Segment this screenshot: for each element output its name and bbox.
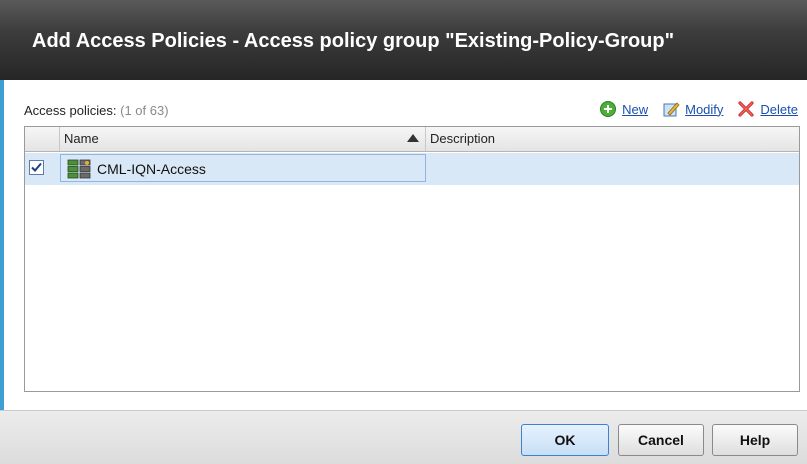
new-button[interactable]: New: [599, 100, 648, 118]
table-row[interactable]: CML-IQN-Access: [25, 153, 799, 185]
cancel-button[interactable]: Cancel: [618, 424, 704, 456]
help-button[interactable]: Help: [712, 424, 798, 456]
checkbox-column-header: [25, 127, 60, 151]
policy-count: (1 of 63): [120, 103, 169, 118]
list-label: Access policies: (1 of 63): [24, 103, 169, 118]
edit-icon: [663, 102, 680, 117]
row-checkbox[interactable]: [29, 160, 44, 175]
access-policy-icon: [67, 159, 91, 179]
access-policies-table: Name Description CML-IQN-Access: [24, 126, 800, 392]
ok-button[interactable]: OK: [521, 424, 609, 456]
column-header-description[interactable]: Description: [426, 127, 799, 151]
access-policies-label: Access policies:: [24, 103, 117, 118]
delete-button[interactable]: Delete: [737, 100, 798, 118]
policy-name: CML-IQN-Access: [97, 161, 206, 177]
dialog-footer: OK Cancel Help: [0, 410, 807, 464]
column-header-name[interactable]: Name: [60, 127, 426, 151]
list-toolbar: Access policies: (1 of 63) New Modify De…: [24, 100, 798, 122]
new-label: New: [622, 101, 649, 117]
delete-label: Delete: [760, 101, 798, 117]
modify-button[interactable]: Modify: [662, 100, 723, 118]
list-actions: New Modify Delete: [599, 100, 798, 118]
dialog-title: Add Access Policies - Access policy grou…: [32, 30, 675, 52]
policy-name-cell[interactable]: CML-IQN-Access: [60, 154, 426, 182]
window-edge: [0, 80, 4, 463]
table-header: Name Description: [25, 127, 799, 152]
modify-label: Modify: [685, 101, 724, 117]
policy-description-cell[interactable]: [426, 154, 799, 182]
dialog-titlebar: Add Access Policies - Access policy grou…: [0, 0, 807, 80]
delete-icon: [738, 101, 755, 117]
sort-ascending-icon: [407, 134, 419, 142]
add-icon: [600, 101, 617, 117]
checkmark-icon: [31, 162, 42, 172]
